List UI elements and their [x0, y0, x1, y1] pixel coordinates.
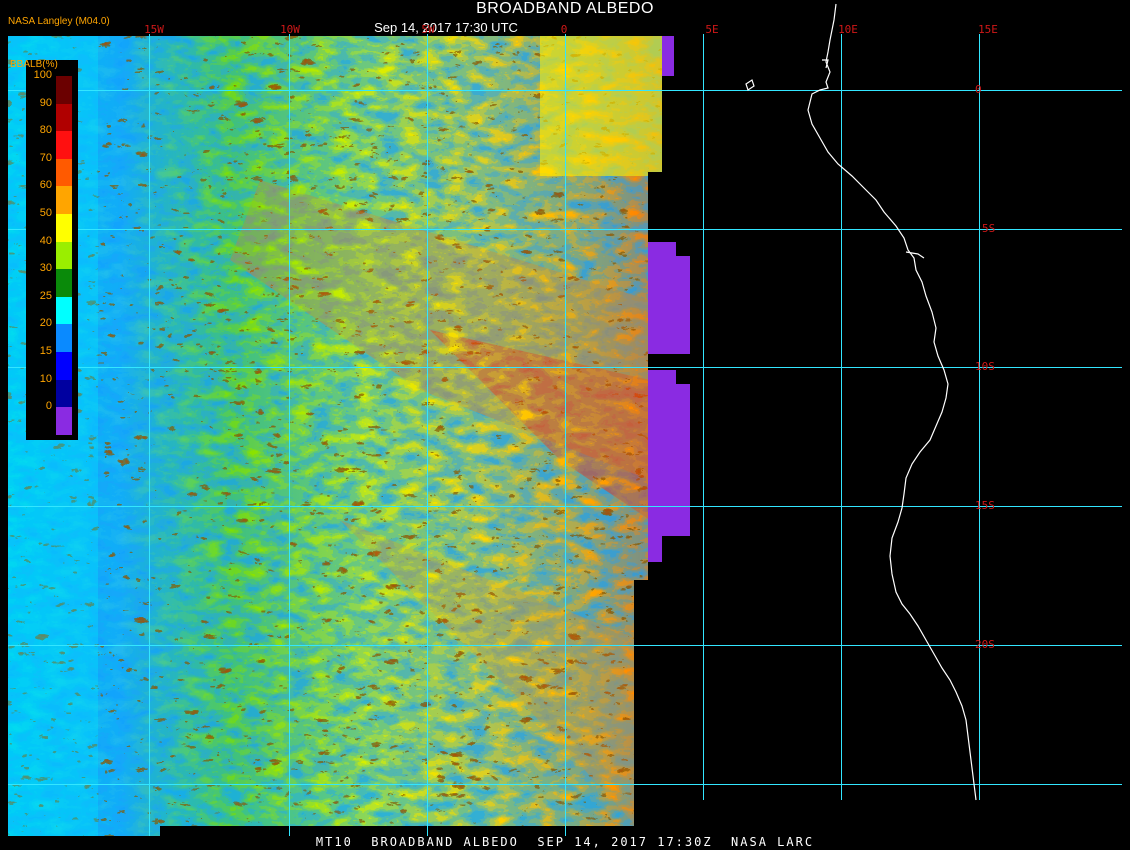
lat-label-10s: 10S	[975, 360, 995, 373]
legend-tick-0: 0	[45, 400, 52, 413]
lon-label-0: 0	[560, 23, 568, 36]
legend-swatch	[56, 269, 72, 297]
legend-swatch	[56, 214, 72, 242]
map-title: BROADBAND ALBEDO	[476, 0, 654, 17]
lon-label-5w: 5W	[421, 23, 435, 36]
lon-label-10w: 10W	[280, 23, 300, 36]
legend-swatch	[56, 407, 72, 435]
lat-label-5s: 5S	[982, 222, 996, 235]
legend-tick-70: 70	[39, 151, 52, 164]
color-legend: BBALB(%) 100 90 80 70 60 50 40 30 25 20 15 10 0	[10, 59, 78, 440]
lat-label-15s: 15S	[975, 499, 995, 512]
legend-tick-20: 20	[39, 317, 52, 330]
legend-tick-50: 50	[39, 207, 52, 219]
swath-imagery	[8, 36, 662, 836]
legend-tick-15: 15	[39, 345, 52, 357]
legend-swatch	[56, 76, 72, 104]
lon-label-15w: 15W	[144, 23, 164, 36]
coastline	[745, 3, 977, 801]
legend-tick-40: 40	[39, 234, 52, 247]
legend-swatch	[56, 131, 72, 159]
legend-tick-80: 80	[39, 124, 52, 137]
legend-tick-30: 30	[39, 262, 52, 275]
credit-label: NASA Langley (M04.0)	[8, 16, 110, 27]
legend-swatch	[56, 296, 72, 325]
lon-label-5e: 5E	[705, 23, 719, 36]
lon-label-10e: 10E	[838, 23, 858, 36]
legend-swatch	[56, 186, 72, 214]
legend-tick-10: 10	[39, 372, 52, 385]
legend-tick-25: 25	[39, 289, 52, 302]
lon-label-15e: 15E	[978, 23, 998, 36]
legend-tick-100: 100	[33, 69, 52, 81]
legend-swatch	[56, 103, 72, 132]
lat-label-0: 0	[975, 83, 982, 96]
legend-swatch	[56, 241, 72, 270]
legend-swatch	[56, 352, 72, 380]
legend-swatch	[56, 324, 72, 352]
legend-swatch	[56, 379, 72, 408]
legend-swatch	[56, 158, 72, 187]
albedo-map	[8, 3, 1122, 836]
footer-caption: MT10 BROADBAND ALBEDO SEP 14, 2017 17:30…	[315, 835, 815, 849]
legend-tick-90: 90	[39, 96, 52, 109]
lat-label-20s: 20S	[975, 638, 995, 651]
legend-tick-60: 60	[39, 179, 52, 192]
